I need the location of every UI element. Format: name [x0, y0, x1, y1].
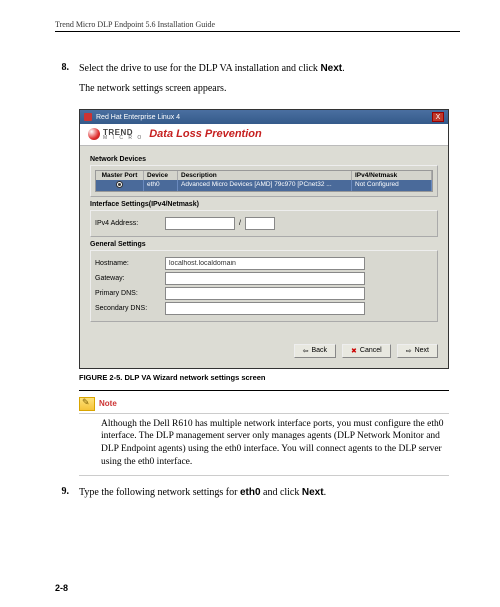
- note-body: Although the Dell R610 has multiple netw…: [79, 414, 449, 476]
- text: .: [324, 487, 327, 498]
- step-8-line2: The network settings screen appears.: [79, 82, 460, 96]
- step-9: 9. Type the following network settings f…: [55, 486, 460, 506]
- trend-logo: TREND M I C R O: [88, 128, 143, 141]
- cancel-x-icon: ✖: [351, 347, 357, 355]
- next-label: Next: [415, 347, 429, 354]
- netmask-input[interactable]: [245, 217, 275, 230]
- col-description: Description: [178, 171, 352, 180]
- window-title: Red Hat Enterprise Linux 4: [96, 114, 180, 121]
- step-number: 9.: [55, 486, 69, 506]
- interface-settings-box: IPv4 Address: /: [90, 210, 438, 237]
- app-title: Data Loss Prevention: [149, 128, 261, 140]
- table-header: Master Port Device Description IPv4/Netm…: [96, 171, 432, 180]
- ipv4-label: IPv4 Address:: [95, 220, 165, 227]
- network-devices-box: Master Port Device Description IPv4/Netm…: [90, 165, 438, 197]
- step-number: 8.: [55, 62, 69, 101]
- cancel-button[interactable]: ✖Cancel: [342, 344, 391, 358]
- text: .: [342, 63, 345, 74]
- general-settings-heading: General Settings: [90, 241, 438, 248]
- primary-dns-label: Primary DNS:: [95, 290, 165, 297]
- screenshot-panel: Red Hat Enterprise Linux 4 X TREND M I C…: [79, 109, 449, 369]
- table-row[interactable]: eth0 Advanced Micro Devices [AMD] 79c970…: [96, 180, 432, 191]
- text: and click: [261, 487, 302, 498]
- slash: /: [239, 220, 241, 227]
- step-8-line1: Select the drive to use for the DLP VA i…: [79, 62, 460, 76]
- next-keyword: Next: [320, 63, 342, 74]
- primary-dns-input[interactable]: [165, 287, 365, 300]
- cell-ip: Not Configured: [352, 180, 432, 191]
- col-ipv4: IPv4/Netmask: [352, 171, 432, 180]
- step-8: 8. Select the drive to use for the DLP V…: [55, 62, 460, 101]
- trend-ball-icon: [88, 128, 100, 140]
- secondary-dns-input[interactable]: [165, 302, 365, 315]
- device-table: Master Port Device Description IPv4/Netm…: [95, 170, 433, 192]
- cancel-label: Cancel: [360, 347, 382, 354]
- col-master-port: Master Port: [96, 171, 144, 180]
- figure-label: FIGURE 2-5.: [79, 373, 124, 382]
- gateway-input[interactable]: [165, 272, 365, 285]
- note-block: Note Although the Dell R610 has multiple…: [79, 397, 449, 476]
- figure-caption: FIGURE 2-5. DLP VA Wizard network settin…: [79, 373, 460, 382]
- figure-text: DLP VA Wizard network settings screen: [124, 373, 265, 382]
- redhat-icon: [84, 113, 92, 121]
- brand-sub: M I C R O: [103, 137, 143, 141]
- close-button[interactable]: X: [432, 112, 444, 122]
- network-devices-heading: Network Devices: [90, 156, 438, 163]
- secondary-dns-label: Secondary DNS:: [95, 305, 165, 312]
- running-head: Trend Micro DLP Endpoint 5.6 Installatio…: [55, 20, 460, 32]
- note-label: Note: [99, 399, 117, 408]
- gateway-label: Gateway:: [95, 275, 165, 282]
- col-device: Device: [144, 171, 178, 180]
- step-9-text: Type the following network settings for …: [79, 486, 460, 500]
- brand-row: TREND M I C R O Data Loss Prevention: [80, 124, 448, 146]
- master-port-radio[interactable]: [116, 181, 123, 188]
- button-row: ⇦Back ✖Cancel ⇨Next: [90, 344, 438, 358]
- text: Type the following network settings for: [79, 487, 240, 498]
- eth0-keyword: eth0: [240, 487, 261, 498]
- general-settings-box: Hostname: Gateway: Primary DNS: Secondar…: [90, 250, 438, 322]
- cell-device: eth0: [144, 180, 178, 191]
- hostname-input[interactable]: [165, 257, 365, 270]
- cell-description: Advanced Micro Devices [AMD] 79c970 [PCn…: [178, 180, 352, 191]
- interface-settings-heading: Interface Settings(IPv4/Netmask): [90, 201, 438, 208]
- back-label: Back: [311, 347, 327, 354]
- note-icon: [79, 397, 95, 411]
- window-titlebar: Red Hat Enterprise Linux 4 X: [80, 110, 448, 124]
- next-arrow-icon: ⇨: [406, 347, 412, 355]
- back-button[interactable]: ⇦Back: [294, 344, 336, 358]
- hostname-label: Hostname:: [95, 260, 165, 267]
- next-button[interactable]: ⇨Next: [397, 344, 438, 358]
- next-keyword: Next: [302, 487, 324, 498]
- page-number: 2-8: [55, 583, 68, 593]
- divider: [79, 390, 449, 391]
- text: Select the drive to use for the DLP VA i…: [79, 63, 320, 74]
- back-arrow-icon: ⇦: [303, 347, 309, 355]
- ipv4-address-input[interactable]: [165, 217, 235, 230]
